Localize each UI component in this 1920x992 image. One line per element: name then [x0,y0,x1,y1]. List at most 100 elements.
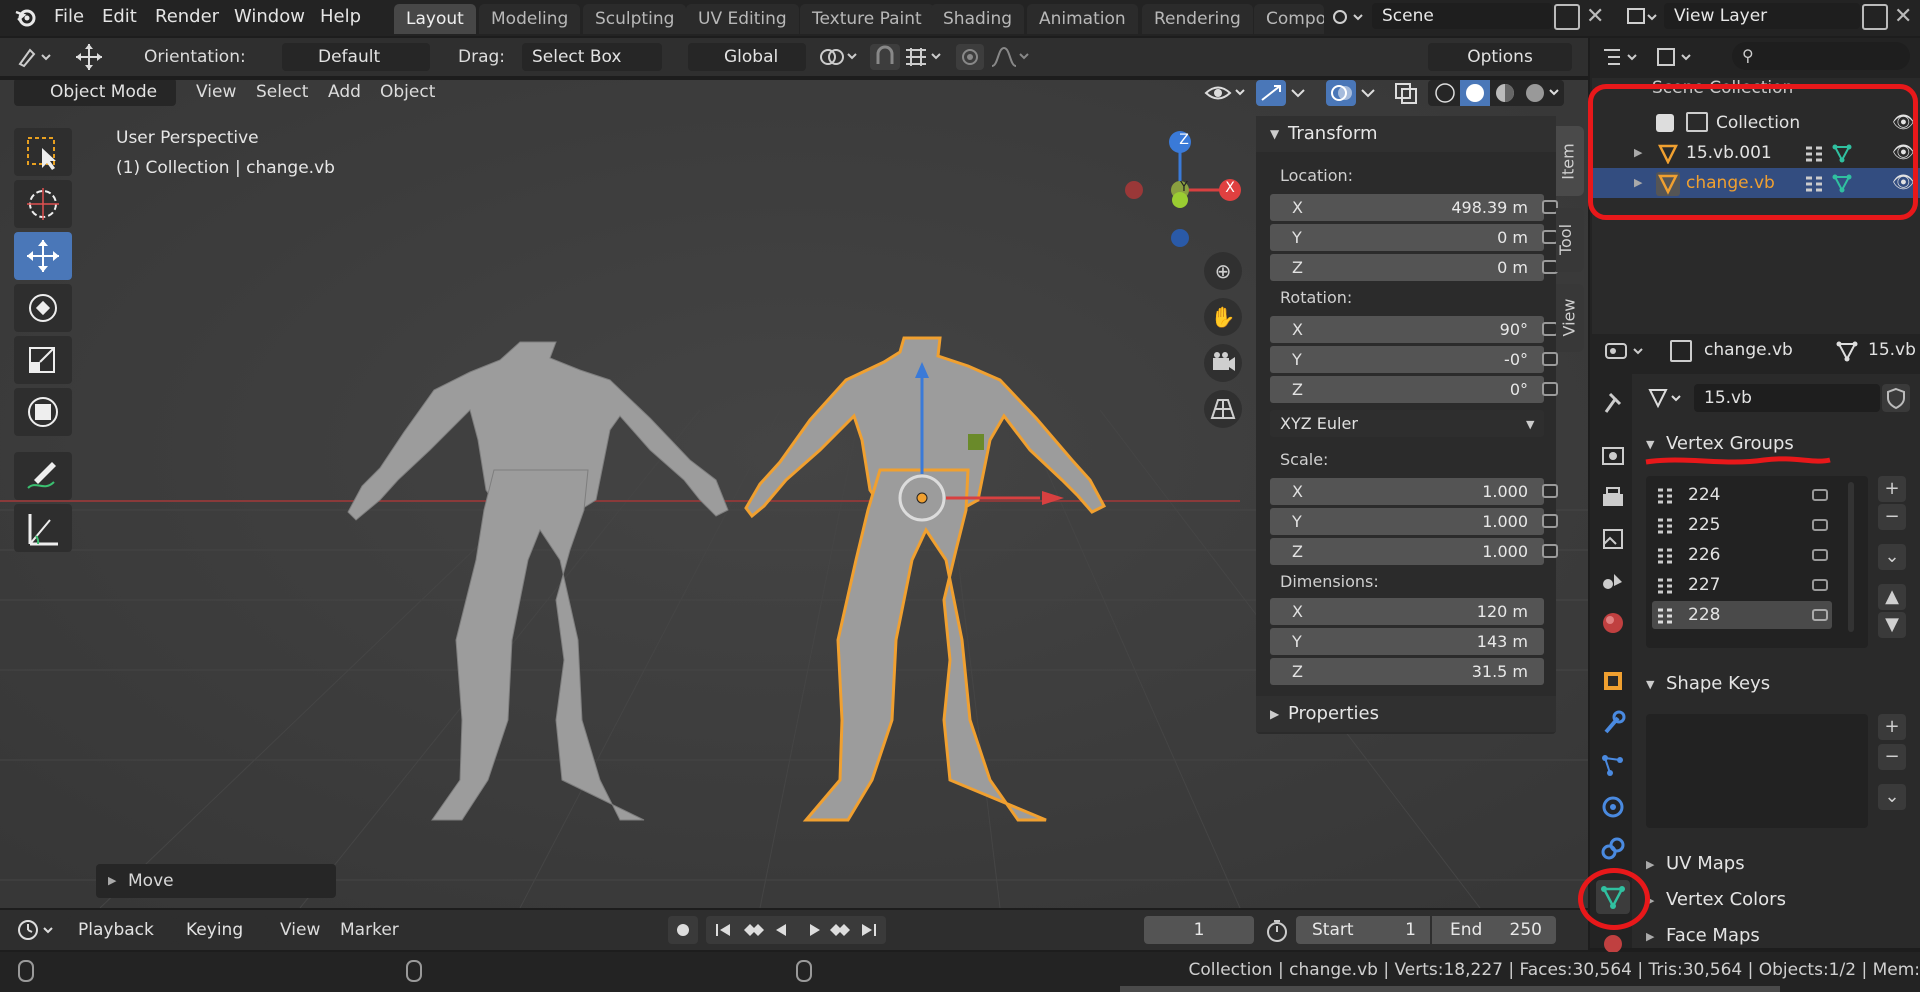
perspective-grid-icon[interactable] [1204,390,1242,428]
pan-hand-icon[interactable]: ✋ [1204,298,1242,336]
render-tab-icon[interactable] [1596,438,1630,472]
proportional-editing-icon[interactable] [956,44,984,70]
properties-editor-type-icon[interactable] [1604,338,1650,364]
orientation-dropdown[interactable]: Default [282,43,430,71]
transform-panel-header[interactable]: Transform [1256,116,1556,152]
lock-icon[interactable] [1542,514,1558,528]
move-tool[interactable] [14,232,72,280]
tool-settings-icon[interactable] [16,44,58,70]
rotation-x-field[interactable]: X 90° [1270,316,1544,343]
add-vertex-group-button[interactable]: + [1878,476,1906,502]
vertex-group-item[interactable]: 224 [1652,481,1832,509]
face-maps-header[interactable]: Face Maps [1640,920,1910,952]
lock-icon[interactable] [1542,484,1558,498]
lock-icon[interactable] [1542,544,1558,558]
tab-layout[interactable]: Layout [394,4,476,34]
outliner-editor-type-icon[interactable] [1600,44,1644,70]
gizmo-toggle-icon[interactable] [1256,80,1286,106]
tool-tab-icon[interactable] [1596,386,1630,420]
menu-select[interactable]: Select [256,80,308,106]
tab-modeling[interactable]: Modeling [479,4,581,34]
scene-selector-icon[interactable] [1328,4,1368,30]
xray-toggle-icon[interactable] [1392,80,1420,106]
zoom-icon[interactable]: ⊕ [1204,252,1242,290]
gizmo-dropdown-icon[interactable] [1290,88,1306,98]
location-y-field[interactable]: Y0 m [1270,224,1544,251]
drag-dropdown[interactable]: Select Box [522,43,662,71]
collapse-arrow-icon[interactable]: ▼ [1270,127,1279,141]
expand-arrow-icon[interactable]: ▶ [1646,858,1654,871]
tab-uv-editing[interactable]: UV Editing [686,4,799,34]
view-layer-icon[interactable] [1624,4,1660,30]
snap-icon[interactable] [870,44,900,70]
new-scene-icon[interactable] [1554,4,1580,30]
dimensions-z-field[interactable]: Z 31.5 m [1270,658,1544,685]
dimensions-y-field[interactable]: Y 143 m [1270,628,1544,655]
end-frame-field[interactable]: End 250 [1432,916,1556,944]
list-scrollbar[interactable] [1848,482,1854,632]
output-tab-icon[interactable] [1596,480,1630,514]
timeline-view-menu[interactable]: View [280,916,320,944]
vertex-group-item[interactable]: 227 [1652,571,1832,599]
view-layer-field[interactable]: View Layer [1664,3,1860,29]
close-view-layer-icon[interactable]: ✕ [1894,4,1914,30]
mode-dropdown[interactable]: Object Mode [14,80,176,106]
scene-name-field[interactable]: Scene [1372,3,1552,29]
tab-compositing[interactable]: Compo [1254,4,1324,34]
measure-tool[interactable] [14,504,72,552]
object-tab-icon[interactable] [1596,664,1630,698]
last-operator-expand-icon[interactable]: ▶ [108,874,116,887]
constraints-tab-icon[interactable] [1596,832,1630,866]
view-layer-tab-icon[interactable] [1596,522,1630,556]
marker-menu[interactable]: Marker [340,916,399,944]
move-tool-header-icon[interactable] [74,42,104,72]
falloff-icon[interactable] [990,46,1030,68]
dimensions-x-field[interactable]: X 120 m [1270,598,1544,625]
tab-shading[interactable]: Shading [931,4,1025,34]
cursor-tool[interactable] [14,180,72,228]
menu-edit[interactable]: Edit [102,4,137,30]
display-mode-icon[interactable] [1654,44,1698,70]
rotate-tool[interactable] [14,284,72,332]
overlays-dropdown-icon[interactable] [1360,88,1376,98]
properties-panel-header[interactable]: Properties [1256,696,1556,732]
vertex-group-item[interactable]: 225 [1652,511,1832,539]
fake-user-shield-icon[interactable] [1882,384,1910,412]
mesh-browse-icon[interactable] [1646,384,1690,412]
particles-tab-icon[interactable] [1596,748,1630,782]
move-down-button[interactable]: ▼ [1878,612,1906,638]
visibility-icon[interactable] [1204,80,1248,106]
menu-object[interactable]: Object [380,80,435,106]
add-shape-key-button[interactable]: + [1878,714,1906,740]
timeline-editor-type-icon[interactable] [16,916,60,944]
remove-shape-key-button[interactable]: − [1878,744,1906,770]
rotation-z-field[interactable]: Z 0° [1270,376,1544,403]
current-frame-field[interactable]: 1 [1144,916,1254,944]
annotate-tool[interactable] [14,452,72,500]
world-tab-icon[interactable] [1596,606,1630,640]
camera-icon[interactable] [1204,344,1242,382]
overlays-toggle-icon[interactable] [1326,80,1356,106]
shape-keys-header[interactable]: Shape Keys [1640,668,1910,700]
playback-menu[interactable]: Playback [68,916,174,944]
location-z-field[interactable]: Z0 m [1270,254,1544,281]
scale-y-field[interactable]: Y 1.000 [1270,508,1544,535]
keying-menu[interactable]: Keying [176,916,268,944]
outliner-search-input[interactable] [1732,42,1910,70]
menu-render[interactable]: Render [155,4,219,30]
vertex-group-specials-button[interactable]: ⌄ [1878,544,1906,570]
collapse-arrow-icon[interactable]: ▼ [1646,438,1654,451]
transform-orientation-dropdown[interactable]: Global [688,43,806,71]
new-view-layer-icon[interactable] [1862,4,1888,30]
uv-maps-header[interactable]: UV Maps [1640,848,1910,880]
scale-x-field[interactable]: X 1.000 [1270,478,1544,505]
status-scrollbar[interactable] [1120,986,1780,992]
tab-view[interactable]: View [1556,284,1584,352]
shape-key-list[interactable] [1646,714,1868,828]
tab-sculpting[interactable]: Sculpting [583,4,687,34]
lock-icon[interactable] [1542,352,1558,366]
vertex-group-item[interactable]: 226 [1652,541,1832,569]
menu-file[interactable]: File [54,4,84,30]
pivot-point-icon[interactable] [818,46,862,68]
scene-tab-icon[interactable] [1596,564,1630,598]
